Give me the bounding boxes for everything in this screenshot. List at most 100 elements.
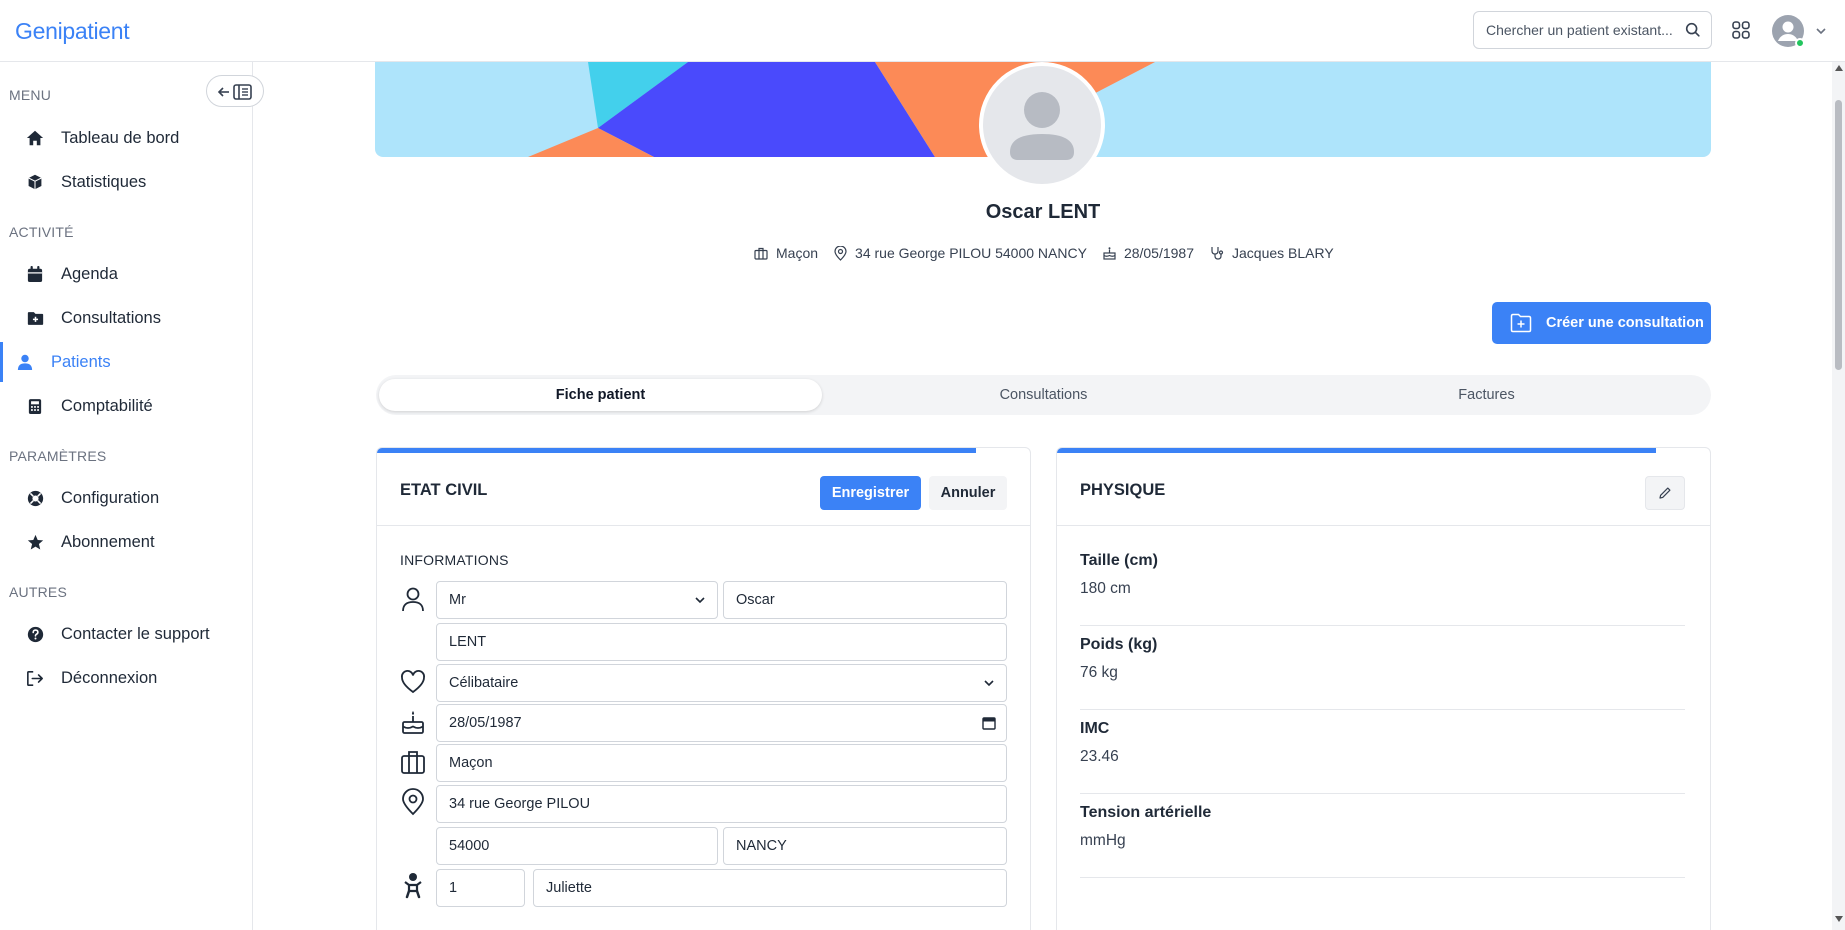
sidebar-item-dashboard[interactable]: Tableau de bord (0, 118, 252, 158)
map-pin-icon (402, 788, 424, 816)
scrollbar-thumb[interactable] (1835, 100, 1842, 370)
patient-profile-picture (979, 62, 1105, 188)
section-label-activity: ACTIVITÉ (9, 224, 74, 240)
question-circle-icon (24, 623, 46, 645)
patient-profession: Maçon (754, 245, 818, 261)
collapse-sidebar-icon (217, 84, 252, 100)
card-title: ETAT CIVIL (400, 481, 488, 499)
civility-select[interactable]: Mr (436, 581, 718, 619)
cube-icon (24, 171, 46, 193)
zip-field[interactable] (436, 827, 718, 865)
logout-icon (24, 667, 46, 689)
sidebar-item-accounting[interactable]: Comptabilité (0, 386, 252, 426)
sidebar-item-logout[interactable]: Déconnexion (0, 658, 252, 698)
physique-label: IMC (1080, 720, 1110, 737)
cake-icon (1103, 247, 1116, 260)
user-icon (402, 587, 424, 612)
children-names-field[interactable] (533, 869, 1007, 907)
physique-value: 180 cm (1080, 580, 1131, 597)
sidebar-item-label: Tableau de bord (61, 128, 180, 147)
top-bar: Genipatient (0, 0, 1845, 62)
page-scrollbar[interactable] (1832, 62, 1845, 930)
sidebar-item-label: Contacter le support (61, 624, 210, 643)
sidebar-item-label: Déconnexion (61, 668, 158, 687)
briefcase-icon (754, 247, 768, 260)
sidebar-item-agenda[interactable]: Agenda (0, 254, 252, 294)
patient-name: Oscar LENT (985, 201, 1101, 223)
physique-label: Poids (kg) (1080, 636, 1158, 653)
civility-value: Mr (449, 592, 466, 608)
street-field[interactable] (436, 785, 1007, 823)
folder-plus-icon (24, 307, 46, 329)
physique-label: Taille (cm) (1080, 552, 1158, 569)
patient-birthdate-label: 28/05/1987 (1123, 245, 1195, 261)
profession-field[interactable] (436, 744, 1007, 782)
physique-item-height: Taille (cm) 180 cm (1080, 552, 1685, 626)
physique-item-blood-pressure: Tension artérielle mmHg (1080, 804, 1685, 878)
patient-profession-label: Maçon (776, 245, 819, 261)
firstname-field[interactable] (723, 581, 1007, 619)
app-logo[interactable]: Genipatient (15, 18, 130, 45)
tab-consultations[interactable]: Consultations (822, 379, 1265, 411)
patient-doctor-label: Jacques BLARY (1232, 245, 1334, 261)
sidebar-item-label: Agenda (61, 264, 118, 283)
physique-value: 76 kg (1080, 664, 1118, 681)
sidebar-item-statistics[interactable]: Statistiques (0, 162, 252, 202)
calculator-icon (24, 395, 46, 417)
tab-fiche-patient[interactable]: Fiche patient (379, 379, 822, 411)
section-label-menu: MENU (9, 87, 52, 103)
sidebar-item-patients[interactable]: Patients (0, 342, 252, 382)
search-input[interactable] (1474, 12, 1713, 48)
physique-value: 23.46 (1080, 748, 1119, 765)
scroll-down-arrow-icon[interactable] (1835, 916, 1843, 922)
chevron-down-icon (984, 680, 994, 687)
user-icon (14, 351, 36, 373)
patient-tabs: Fiche patient Consultations Factures (376, 375, 1711, 415)
children-count-field[interactable] (436, 869, 525, 907)
star-icon (24, 531, 46, 553)
briefcase-icon (401, 751, 425, 774)
sidebar-item-label: Abonnement (61, 532, 155, 551)
section-label-others: AUTRES (9, 584, 67, 600)
card-title: PHYSIQUE (1080, 481, 1166, 499)
lifebuoy-icon (24, 487, 46, 509)
chevron-down-icon (1816, 28, 1826, 35)
patient-birthdate: 28/05/1987 (1103, 245, 1194, 261)
search-icon[interactable] (1684, 21, 1702, 39)
map-pin-icon (834, 245, 847, 261)
physique-item-weight: Poids (kg) 76 kg (1080, 636, 1685, 710)
chevron-down-icon (695, 597, 705, 604)
save-button[interactable]: Enregistrer (820, 476, 921, 510)
patient-search[interactable] (1473, 11, 1713, 49)
physique-card: PHYSIQUE Taille (cm) 180 cm Poids (kg) 7… (1056, 447, 1711, 930)
online-status-dot (1795, 38, 1805, 48)
physique-value: mmHg (1080, 832, 1126, 849)
collapse-sidebar-button[interactable] (206, 75, 264, 107)
patient-meta: Maçon 34 rue George PILOU 54000 NANCY 28… (754, 243, 1334, 263)
scroll-up-arrow-icon[interactable] (1835, 65, 1843, 71)
patient-address: 34 rue George PILOU 54000 NANCY (834, 245, 1087, 261)
patient-address-label: 34 rue George PILOU 54000 NANCY (855, 245, 1087, 261)
birthdate-field[interactable]: 28/05/1987 (436, 704, 1007, 742)
sidebar-item-subscription[interactable]: Abonnement (0, 522, 252, 562)
marital-status-select[interactable]: Célibataire (436, 664, 1007, 702)
lastname-field[interactable] (436, 623, 1007, 661)
cancel-button[interactable]: Annuler (929, 476, 1007, 510)
create-consultation-label: Créer une consultation (1546, 315, 1704, 331)
pencil-icon (1659, 487, 1671, 499)
stethoscope-icon (1211, 247, 1224, 260)
tab-factures[interactable]: Factures (1265, 379, 1708, 411)
create-consultation-button[interactable]: Créer une consultation (1492, 302, 1711, 344)
section-title-informations: INFORMATIONS (400, 552, 509, 568)
apps-grid-icon[interactable] (1730, 19, 1752, 41)
city-field[interactable] (723, 827, 1007, 865)
user-menu-button[interactable] (1770, 13, 1836, 49)
sidebar-item-support[interactable]: Contacter le support (0, 614, 252, 654)
sidebar-item-consultations[interactable]: Consultations (0, 298, 252, 338)
marital-status-value: Célibataire (449, 675, 519, 691)
sidebar: MENU Tableau de bord Statistiques ACTIVI… (0, 62, 264, 930)
calendar-icon[interactable] (982, 716, 996, 730)
physique-label: Tension artérielle (1080, 804, 1212, 821)
sidebar-item-configuration[interactable]: Configuration (0, 478, 252, 518)
edit-button[interactable] (1645, 476, 1685, 510)
